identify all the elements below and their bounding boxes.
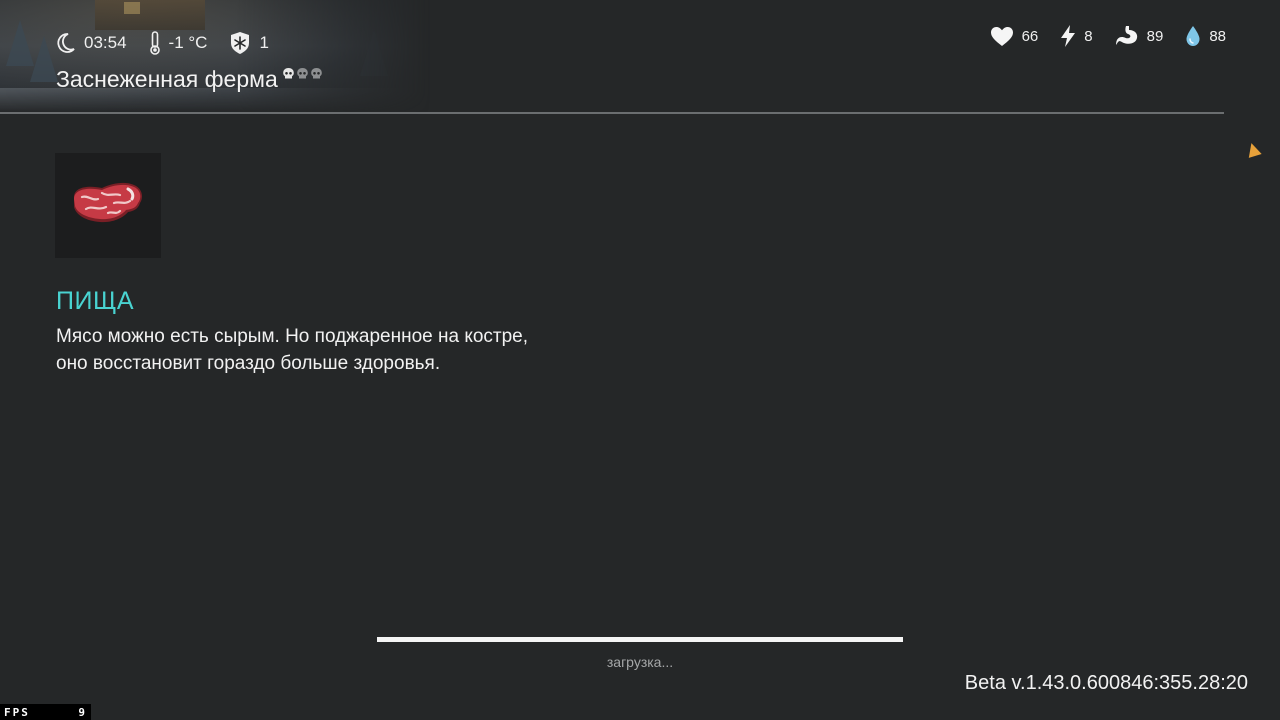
raw-steak-icon: [68, 177, 148, 234]
moon-icon: [56, 32, 76, 54]
skull-icon: [310, 68, 322, 79]
water-drop-icon: [1185, 25, 1201, 47]
fps-counter: FPS 9: [0, 704, 91, 720]
player-vitals: 66 8 89 88: [990, 24, 1226, 48]
snowflake-shield-icon: [229, 31, 251, 55]
loading-progress-fill: [377, 637, 903, 642]
tip-line-2: оно восстановит гораздо больше здоровья.: [56, 353, 441, 374]
temperature-stat: -1 °C: [149, 31, 208, 55]
loading-progress-bar: [377, 637, 903, 642]
location-backdrop: [0, 0, 430, 115]
environment-status: 03:54 -1 °C 1: [56, 31, 269, 55]
tip-description: Мясо можно есть сырым. Но поджаренное на…: [56, 323, 616, 377]
difficulty-indicator: [282, 67, 323, 80]
health-value: 66: [1021, 27, 1039, 45]
build-version: Beta v.1.43.0.600846:355.28:20: [964, 672, 1248, 694]
heart-icon: [990, 26, 1014, 47]
lightning-icon: [1060, 24, 1076, 48]
frost-stat: 1: [229, 31, 269, 55]
thirst-value: 88: [1209, 27, 1226, 45]
time-stat: 03:54: [56, 32, 127, 54]
energy-value: 8: [1084, 27, 1093, 45]
thirst-stat: 88: [1185, 25, 1226, 47]
tip-item-image: [55, 153, 161, 258]
hunger-stat: 89: [1115, 25, 1164, 47]
tip-line-1: Мясо можно есть сырым. Но поджаренное на…: [56, 326, 529, 347]
header-divider: [0, 112, 1224, 114]
hunger-value: 89: [1146, 27, 1164, 45]
location-name: Заснеженная ферма: [56, 66, 323, 93]
time-value: 03:54: [84, 33, 127, 52]
stomach-icon: [1115, 25, 1139, 47]
frost-value: 1: [259, 33, 269, 52]
mouse-cursor-icon: [1248, 143, 1264, 160]
skull-icon: [282, 68, 294, 79]
energy-stat: 8: [1060, 24, 1093, 48]
fps-label: FPS: [4, 705, 30, 719]
loading-label: загрузка...: [606, 654, 674, 670]
farmhouse-image: [95, 0, 205, 30]
loading-screen: 03:54 -1 °C 1 Заснеженная ферма 66 8 89 …: [0, 0, 1280, 720]
health-stat: 66: [990, 26, 1039, 47]
thermometer-icon: [149, 31, 161, 55]
skull-icon: [296, 68, 308, 79]
temperature-value: -1 °C: [168, 33, 208, 52]
location-title: Заснеженная ферма: [56, 66, 278, 92]
fps-value: 9: [78, 705, 87, 719]
tip-category: ПИЩА: [56, 287, 135, 315]
